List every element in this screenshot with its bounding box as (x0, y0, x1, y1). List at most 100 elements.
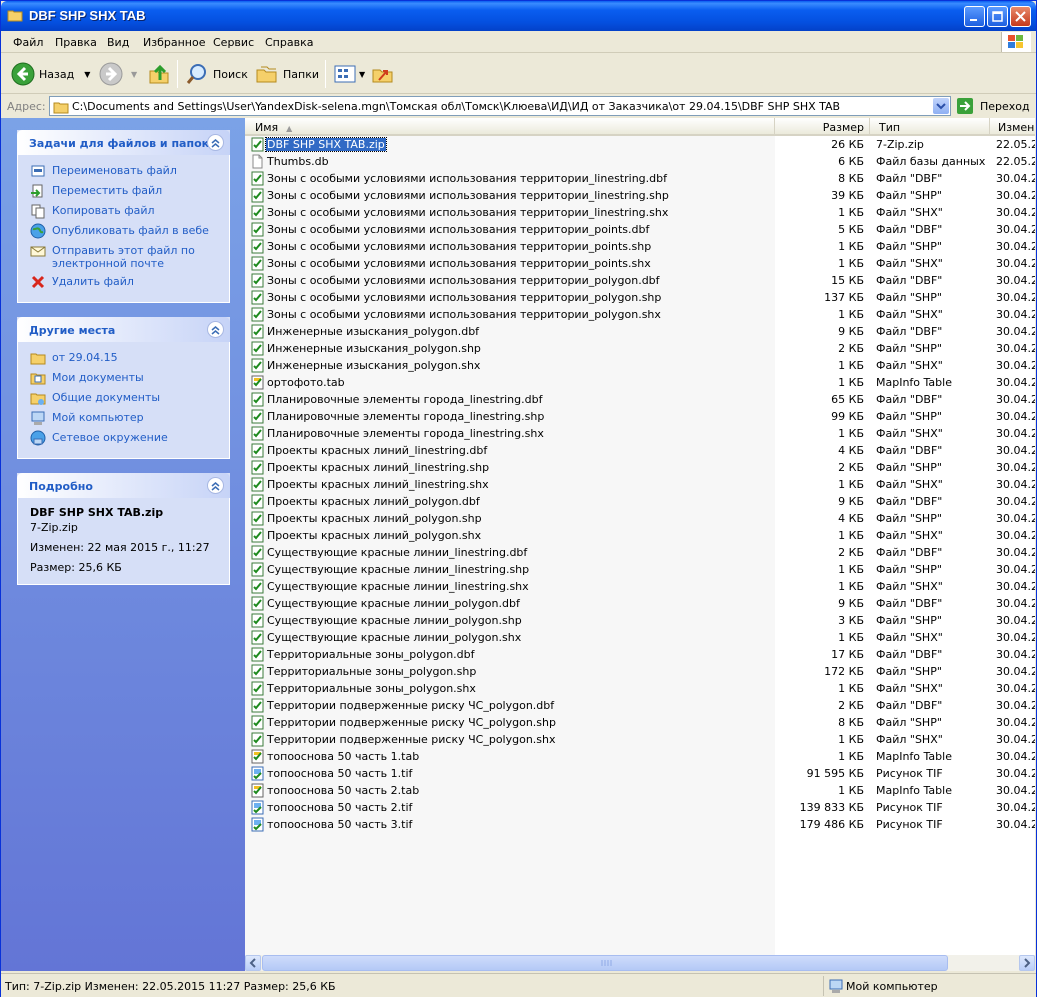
place-my-documents[interactable]: Мои документы (30, 370, 217, 386)
file-row[interactable]: Существующие красные линии_polygon.dbf 9 … (245, 595, 1035, 612)
task-copy[interactable]: Копировать файл (30, 203, 217, 219)
place-my-computer[interactable]: Мой компьютер (30, 410, 217, 426)
file-row[interactable]: Территории подверженные риску ЧС_polygon… (245, 731, 1035, 748)
file-row[interactable]: Территориальные зоны_polygon.shp 172 КБ Фа… (245, 663, 1035, 680)
file-row[interactable]: Зоны с особыми условиями использования т… (245, 272, 1035, 289)
minimize-button[interactable] (964, 6, 985, 27)
place-shared-documents[interactable]: Общие документы (30, 390, 217, 406)
go-button[interactable]: Переход (956, 97, 1030, 115)
file-row[interactable]: Зоны с особыми условиями использования т… (245, 238, 1035, 255)
file-row[interactable]: Зоны с особыми условиями использования т… (245, 170, 1035, 187)
file-row[interactable]: Существующие красные линии_linestring.sh… (245, 561, 1035, 578)
menu-tools[interactable]: Сервис (213, 36, 254, 49)
file-row[interactable]: Территориальные зоны_polygon.shx 1 КБ Файл… (245, 680, 1035, 697)
folders-button[interactable]: Папки (255, 60, 319, 88)
file-row[interactable]: Зоны с особыми условиями использования т… (245, 221, 1035, 238)
back-dropdown-icon[interactable]: ▼ (84, 70, 90, 79)
scroll-right-button[interactable] (1019, 955, 1035, 971)
title-bar[interactable]: DBF SHP SHX TAB (1, 1, 1036, 31)
file-row[interactable]: Проекты красных линий_polygon.shx 1 КБ Фай… (245, 527, 1035, 544)
file-row[interactable]: Проекты красных линий_polygon.dbf 9 КБ Фай… (245, 493, 1035, 510)
file-row[interactable]: топооснова 50 часть 2.tab 1 КБ MapInfo Tab… (245, 782, 1035, 799)
task-email[interactable]: Отправить этот файл по электронной почте (30, 243, 217, 270)
file-row[interactable]: Существующие красные линии_polygon.shp 3 … (245, 612, 1035, 629)
file-row[interactable]: Инженерные изыскания_polygon.shp 2 КБ Файл… (245, 340, 1035, 357)
file-row[interactable]: Thumbs.db 6 КБ Файл базы данных 22.05.2 (245, 153, 1035, 170)
menu-file[interactable]: Файл (13, 36, 43, 49)
task-rename[interactable]: Переименовать файл (30, 163, 217, 179)
views-dropdown-icon[interactable]: ▼ (359, 70, 365, 79)
place-network[interactable]: Сетевое окружение (30, 430, 217, 446)
network-icon (30, 430, 46, 446)
file-row[interactable]: Территории подверженные риску ЧС_polygon… (245, 714, 1035, 731)
file-row[interactable]: Территориальные зоны_polygon.dbf 17 КБ Фай… (245, 646, 1035, 663)
file-row[interactable]: Инженерные изыскания_polygon.dbf 9 КБ Файл… (245, 323, 1035, 340)
search-button[interactable]: Поиск (185, 60, 248, 88)
folder-options-button[interactable] (371, 60, 395, 88)
file-row[interactable]: Существующие красные линии_linestring.sh… (245, 578, 1035, 595)
collapse-icon[interactable] (207, 477, 224, 494)
file-row[interactable]: топооснова 50 часть 1.tif 91 595 КБ Рисуно… (245, 765, 1035, 782)
file-row[interactable]: Зоны с особыми условиями использования т… (245, 289, 1035, 306)
file-row[interactable]: топооснова 50 часть 3.tif 179 486 КБ Рисун… (245, 816, 1035, 833)
file-tasks-header[interactable]: Задачи для файлов и папок (17, 130, 230, 155)
file-row[interactable]: Территории подверженные риску ЧС_polygon… (245, 697, 1035, 714)
scroll-left-button[interactable] (245, 955, 261, 971)
file-row[interactable]: Зоны с особыми условиями использования т… (245, 204, 1035, 221)
column-size-header[interactable]: Размер (775, 118, 870, 136)
up-folder-button[interactable] (147, 60, 171, 88)
forward-button[interactable]: ▼ (99, 60, 137, 88)
menu-favorites[interactable]: Избранное (143, 36, 205, 49)
menu-view[interactable]: Вид (107, 36, 129, 49)
file-row[interactable]: Проекты красных линий_linestring.shx 1 КБ… (245, 476, 1035, 493)
file-type: Рисунок TIF (876, 801, 943, 814)
file-row[interactable]: Существующие красные линии_linestring.db… (245, 544, 1035, 561)
file-row[interactable]: Проекты красных линий_polygon.shp 4 КБ Фай… (245, 510, 1035, 527)
back-button[interactable]: Назад ▼ (11, 60, 90, 88)
gis-file-icon (251, 358, 264, 373)
task-move[interactable]: Переместить файл (30, 183, 217, 199)
file-date: 30.04.2 (996, 563, 1035, 576)
task-publish[interactable]: Опубликовать файл в вебе (30, 223, 217, 239)
file-row[interactable]: Планировочные элементы города_linestring… (245, 408, 1035, 425)
address-input[interactable]: C:\Documents and Settings\User\YandexDis… (49, 96, 951, 116)
file-row[interactable]: Планировочные элементы города_linestring… (245, 425, 1035, 442)
file-row[interactable]: Инженерные изыскания_polygon.shx 1 КБ Файл… (245, 357, 1035, 374)
column-date-header[interactable]: Измене (990, 118, 1035, 136)
address-dropdown-button[interactable] (933, 98, 949, 114)
details-header[interactable]: Подробно (17, 473, 230, 498)
task-delete[interactable]: Удалить файл (30, 274, 217, 290)
file-row[interactable]: Зоны с особыми условиями использования т… (245, 187, 1035, 204)
file-row[interactable]: DBF SHP SHX TAB.zip 26 КБ 7-Zip.zip 22.05.2 (245, 136, 1035, 153)
file-name: Территории подверженные риску ЧС_polygon… (267, 699, 555, 712)
other-places-header[interactable]: Другие места (17, 317, 230, 342)
horizontal-scrollbar[interactable] (245, 955, 1035, 971)
views-button[interactable]: ▼ (333, 60, 365, 88)
collapse-icon[interactable] (207, 134, 224, 151)
file-row[interactable]: топооснова 50 часть 2.tif 139 833 КБ Рисун… (245, 799, 1035, 816)
details-size: Размер: 25,6 КБ (30, 561, 122, 574)
column-type-header[interactable]: Тип (870, 118, 990, 136)
file-row[interactable]: Проекты красных линий_linestring.dbf 4 КБ… (245, 442, 1035, 459)
file-row[interactable]: Планировочные элементы города_linestring… (245, 391, 1035, 408)
file-name: Существующие красные линии_linestring.sh… (267, 563, 530, 576)
file-row[interactable]: ортофото.tab 1 КБ MapInfo Table 30.04.2 (245, 374, 1035, 391)
file-row[interactable]: Зоны с особыми условиями использования т… (245, 306, 1035, 323)
scrollbar-thumb[interactable] (262, 955, 948, 971)
collapse-icon[interactable] (207, 321, 224, 338)
file-row[interactable]: Существующие красные линии_polygon.shx 1 … (245, 629, 1035, 646)
maximize-button[interactable] (987, 6, 1008, 27)
file-date: 30.04.2 (996, 665, 1035, 678)
file-row[interactable]: топооснова 50 часть 1.tab 1 КБ MapInfo Tab… (245, 748, 1035, 765)
menu-help[interactable]: Справка (265, 36, 313, 49)
forward-dropdown-icon[interactable]: ▼ (131, 70, 137, 79)
column-name-header[interactable]: Имя ▲ (245, 118, 775, 136)
file-row[interactable]: Зоны с особыми условиями использования т… (245, 255, 1035, 272)
place-parent-folder[interactable]: от 29.04.15 (30, 350, 217, 366)
gis-file-icon (251, 409, 264, 424)
file-size: 8 КБ (838, 716, 864, 729)
file-size: 137 КБ (824, 291, 864, 304)
menu-edit[interactable]: Правка (55, 36, 97, 49)
close-button[interactable] (1010, 6, 1031, 27)
file-row[interactable]: Проекты красных линий_linestring.shp 2 КБ… (245, 459, 1035, 476)
